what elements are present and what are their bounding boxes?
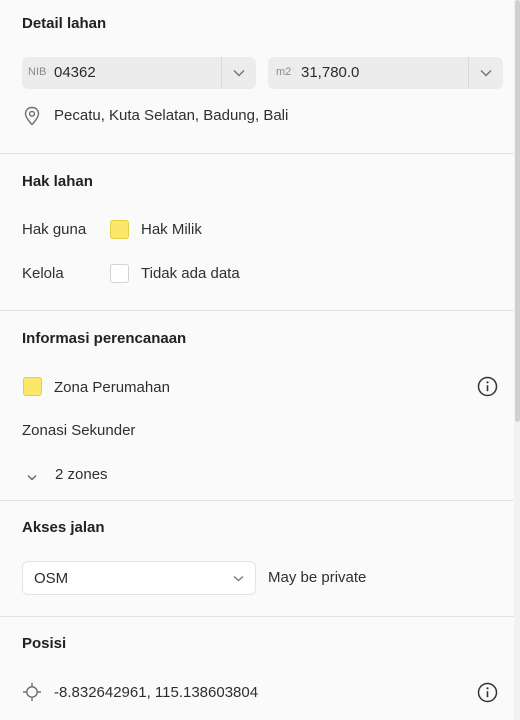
nib-select[interactable]: NIB 04362	[22, 57, 256, 89]
info-icon[interactable]	[477, 376, 498, 402]
area-select[interactable]: m2 31,780.0	[268, 57, 503, 89]
hak-heading: Hak lahan	[22, 173, 93, 190]
kelola-label: Kelola	[22, 265, 64, 282]
planning-section: Informasi perencanaan Zona Perumahan Zon…	[0, 311, 514, 501]
zones-toggle[interactable]: 2 zones	[22, 463, 142, 485]
chevron-down-icon[interactable]	[469, 57, 503, 89]
chevron-down-icon[interactable]	[222, 57, 256, 89]
chevron-down-icon	[227, 563, 249, 593]
posisi-heading: Posisi	[22, 635, 67, 652]
crosshair-icon	[22, 682, 42, 707]
secondary-zoning-label: Zonasi Sekunder	[22, 422, 136, 439]
posisi-section: Posisi -8.832642961, 115.138603804	[0, 617, 514, 720]
hak-milik-swatch	[110, 220, 129, 239]
zones-count: 2 zones	[55, 466, 108, 483]
detail-section: Detail lahan NIB 04362 m2 31,780.0 Pecat…	[0, 0, 514, 154]
zone-label: Zona Perumahan	[54, 379, 170, 396]
map-pin-icon	[23, 106, 41, 131]
location-text: Pecatu, Kuta Selatan, Badung, Bali	[54, 107, 289, 124]
area-prefix: m2	[276, 66, 292, 78]
chevron-down-icon	[27, 468, 37, 486]
road-access-status: May be private	[268, 569, 367, 586]
hak-guna-value: Hak Milik	[141, 221, 202, 238]
info-icon[interactable]	[477, 682, 498, 708]
road-source-select[interactable]: OSM	[22, 561, 256, 595]
nib-prefix: NIB	[28, 66, 47, 78]
akses-heading: Akses jalan	[22, 519, 105, 536]
hak-guna-label: Hak guna	[22, 221, 87, 238]
area-value: 31,780.0	[301, 64, 360, 81]
akses-section: Akses jalan	[0, 501, 514, 617]
coordinates-text: -8.832642961, 115.138603804	[54, 684, 259, 701]
zone-swatch	[23, 377, 42, 396]
road-source-value: OSM	[34, 570, 69, 587]
land-detail-panel: Detail lahan NIB 04362 m2 31,780.0 Pecat…	[0, 0, 520, 720]
planning-heading: Informasi perencanaan	[22, 330, 187, 347]
kelola-swatch	[110, 264, 129, 283]
hak-section: Hak lahan Hak guna Hak Milik Kelola Tida…	[0, 154, 514, 311]
scrollbar-thumb[interactable]	[515, 0, 520, 422]
nib-value: 04362	[54, 64, 96, 81]
detail-heading: Detail lahan	[22, 15, 107, 32]
kelola-value: Tidak ada data	[141, 265, 240, 282]
